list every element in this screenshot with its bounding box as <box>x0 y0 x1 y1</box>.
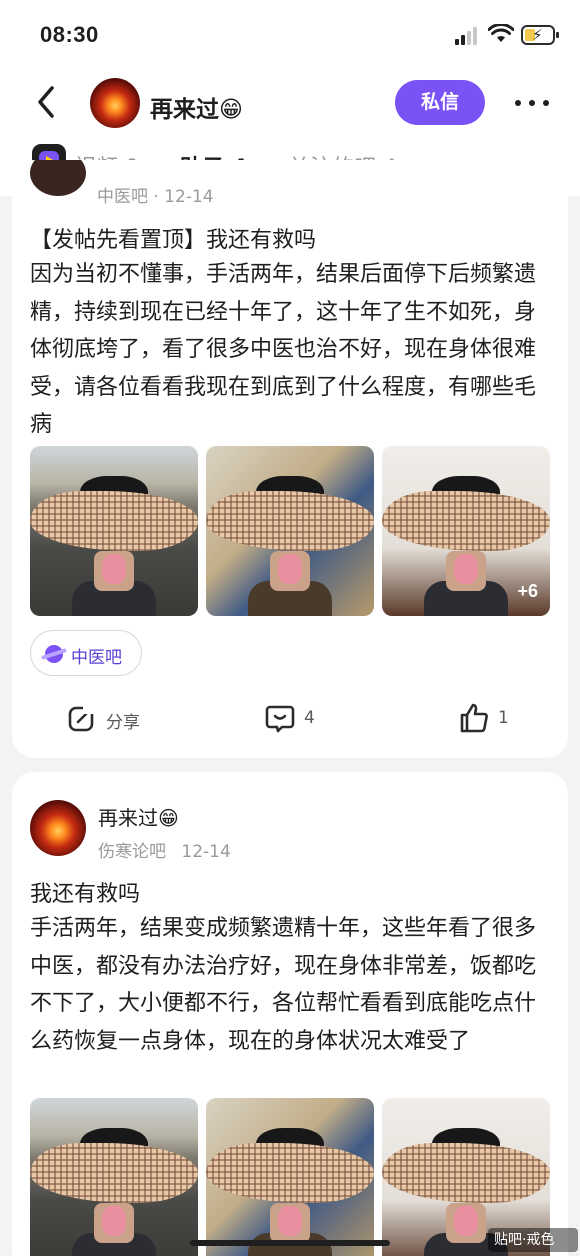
post-image[interactable] <box>206 446 374 616</box>
share-icon <box>68 702 97 732</box>
wifi-icon <box>488 24 514 42</box>
comment-count: 4 <box>304 708 315 728</box>
post-card[interactable]: 再来过😁 伤寒论吧 12-14 我还有救吗 手活两年，结果变成频繁遗精十年，这些… <box>12 772 568 1256</box>
post-author[interactable]: 再来过😁 <box>98 802 179 831</box>
post-card[interactable]: 中医吧 · 12-14 【发帖先看置顶】我还有救吗 因为当初不懂事，手活两年，结… <box>12 160 568 758</box>
bar-tag[interactable]: 中医吧 <box>30 630 142 676</box>
post-bar-name[interactable]: 伤寒论吧 <box>98 842 166 862</box>
post-image[interactable]: +6 <box>382 446 550 616</box>
post-date: 12-14 <box>181 842 231 862</box>
more-images-count: +6 <box>517 581 538 601</box>
watermark: 贴吧·戒色 <box>488 1228 578 1252</box>
like-count: 1 <box>498 708 509 728</box>
post-meta: 伤寒论吧 12-14 <box>98 837 231 862</box>
thumbs-up-icon <box>460 703 488 733</box>
avatar[interactable] <box>90 78 140 128</box>
planet-icon <box>45 645 63 663</box>
avatar[interactable] <box>30 800 86 856</box>
cellular-signal-icon <box>455 27 481 45</box>
post-image[interactable] <box>30 446 198 616</box>
profile-name: 再来过😁 <box>150 97 243 123</box>
post-title[interactable]: 【发帖先看置顶】我还有救吗 <box>30 222 316 254</box>
avatar <box>30 160 86 196</box>
battery-icon: ⚡ <box>521 25 559 45</box>
chevron-left-icon <box>38 86 54 118</box>
post-meta: 中医吧 · 12-14 <box>97 187 214 207</box>
post-image[interactable] <box>206 1098 374 1256</box>
bar-tag-label: 中医吧 <box>71 648 122 668</box>
more-options-icon[interactable] <box>515 100 551 108</box>
like-button[interactable]: 1 <box>458 702 528 734</box>
share-button[interactable]: 分享 <box>66 702 156 734</box>
share-label: 分享 <box>106 713 140 733</box>
status-time: 08:30 <box>40 22 99 47</box>
post-body[interactable]: 手活两年，结果变成频繁遗精十年，这些年看了很多中医，都没有办法治疗好，现在身体非… <box>30 910 555 1060</box>
post-title[interactable]: 我还有救吗 <box>30 876 140 908</box>
status-bar: 08:30 ⚡ <box>0 0 580 70</box>
comment-button[interactable]: 4 <box>264 702 334 734</box>
post-image[interactable] <box>30 1098 198 1256</box>
home-indicator[interactable] <box>190 1240 390 1246</box>
comment-icon <box>265 705 295 733</box>
profile-header: 再来过😁 私信 <box>0 70 580 134</box>
back-button[interactable] <box>30 80 66 124</box>
message-button[interactable]: 私信 <box>395 80 485 125</box>
post-body[interactable]: 因为当初不懂事，手活两年，结果后面停下后频繁遗精，持续到现在已经十年了，这十年了… <box>30 256 555 444</box>
